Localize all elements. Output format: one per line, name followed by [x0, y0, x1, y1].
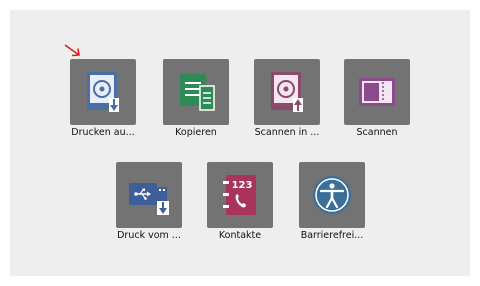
- print-from-usb-icon: [129, 183, 169, 215]
- app-label-contacts: Kontakte: [218, 230, 262, 241]
- app-label-print-from-storage: Drucken au...: [71, 127, 135, 138]
- scan-to-storage-icon: [271, 72, 303, 112]
- app-label-accessibility: Barrierefrei...: [300, 230, 364, 241]
- contacts-icon: 123: [223, 175, 256, 215]
- app-tile-accessibility[interactable]: [299, 162, 365, 228]
- app-tile-scan[interactable]: [344, 59, 410, 125]
- print-from-storage-icon: [87, 72, 119, 112]
- pointer-arrow-icon: [64, 44, 80, 57]
- app-tile-print-from-storage[interactable]: [70, 59, 136, 125]
- app-label-scan: Scannen: [356, 127, 398, 138]
- scan-icon: [359, 78, 395, 106]
- app-tile-contacts[interactable]: 123: [207, 162, 273, 228]
- app-tile-scan-to-storage[interactable]: [254, 59, 320, 125]
- app-label-print-from-usb: Druck vom ...: [117, 230, 181, 241]
- app-label-scan-to-storage: Scannen in ...: [254, 127, 320, 138]
- accessibility-icon: [313, 176, 351, 214]
- app-label-copy: Kopieren: [175, 127, 217, 138]
- app-tile-copy[interactable]: [163, 59, 229, 125]
- contacts-icon-text: 123: [232, 180, 253, 191]
- copy-icon: [180, 74, 215, 111]
- app-tile-print-from-usb[interactable]: [116, 162, 182, 228]
